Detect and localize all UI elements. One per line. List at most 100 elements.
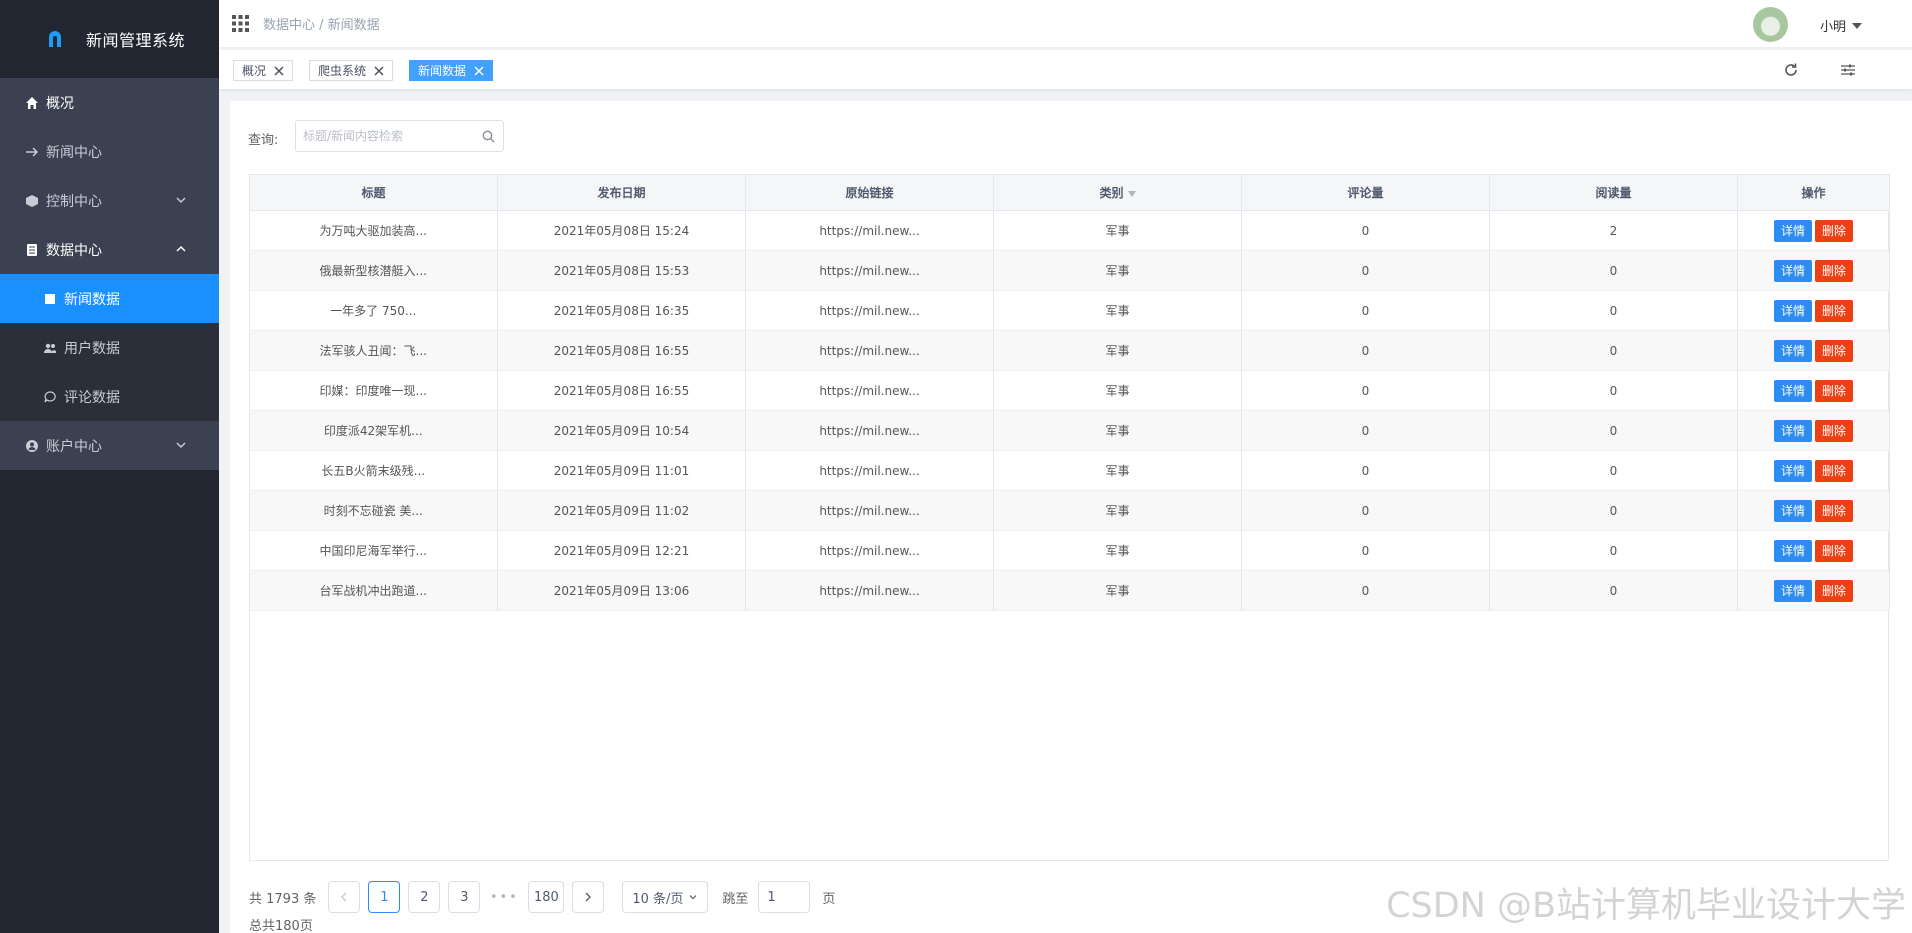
jump-page-input[interactable]: 1 (758, 881, 811, 913)
cell-reads: 0 (1489, 450, 1738, 491)
delete-button[interactable]: 删除 (1815, 219, 1854, 242)
sidebar-item-comment-data[interactable]: 评论数据 (0, 372, 219, 421)
detail-button[interactable]: 详情 (1773, 299, 1812, 322)
sidebar-item-news-center[interactable]: 新闻中心 (0, 127, 219, 176)
cell-date: 2021年05月09日 11:01 (497, 450, 746, 491)
user-menu[interactable]: 小明 (1820, 16, 1862, 35)
detail-button[interactable]: 详情 (1773, 419, 1812, 442)
cell-date: 2021年05月08日 16:55 (497, 370, 746, 411)
app-title: 新闻管理系统 (86, 31, 186, 50)
page-button-180[interactable]: 180 (528, 881, 565, 913)
page-size-select[interactable]: 10 条/页 (622, 881, 709, 913)
detail-button[interactable]: 详情 (1773, 219, 1812, 242)
detail-button[interactable]: 详情 (1773, 379, 1812, 402)
cell-title: 法军骇人丑闻：飞... (249, 330, 498, 371)
delete-button[interactable]: 删除 (1815, 339, 1854, 362)
search-icon[interactable] (482, 130, 495, 143)
users-icon (42, 340, 58, 356)
tag-crawler-system[interactable]: 爬虫系统 (309, 60, 394, 81)
cell-link[interactable]: https://mil.new... (745, 250, 994, 291)
page-button-3[interactable]: 3 (448, 881, 481, 913)
sidebar-item-news-data[interactable]: 新闻数据 (0, 274, 219, 323)
cell-link[interactable]: https://mil.new... (745, 330, 994, 371)
cell-reads: 0 (1489, 570, 1738, 611)
delete-button[interactable]: 删除 (1815, 259, 1854, 282)
detail-button[interactable]: 详情 (1773, 539, 1812, 562)
page-ellipsis[interactable]: ••• (488, 890, 520, 905)
column-header-link[interactable]: 原始链接 (745, 174, 994, 211)
tags-bar: 概况 爬虫系统 新闻数据 (219, 50, 1912, 90)
cell-comments: 0 (1241, 570, 1490, 611)
column-header-title[interactable]: 标题 (249, 174, 498, 211)
cell-date: 2021年05月09日 10:54 (497, 410, 746, 451)
total-pages: 总共180页 (249, 919, 313, 933)
cell-category: 军事 (993, 490, 1242, 531)
table-row: 时刻不忘碰瓷 美... 2021年05月09日 11:02 https://mil.… (249, 490, 1890, 531)
cell-title: 时刻不忘碰瓷 美... (249, 490, 498, 531)
cell-link[interactable]: https://mil.new... (745, 530, 994, 571)
cell-link[interactable]: https://mil.new... (745, 410, 994, 451)
prev-page-button[interactable] (328, 881, 361, 913)
cell-reads: 0 (1489, 290, 1738, 331)
cell-link[interactable]: https://mil.new... (745, 450, 994, 491)
detail-button[interactable]: 详情 (1773, 579, 1812, 602)
avatar[interactable] (1753, 7, 1788, 42)
cell-actions: 详情 删除 (1737, 410, 1890, 451)
cell-category: 军事 (993, 530, 1242, 571)
cell-actions: 详情 删除 (1737, 290, 1890, 331)
cell-date: 2021年05月08日 16:35 (497, 290, 746, 331)
settings-sliders-icon[interactable] (1840, 62, 1856, 78)
tag-news-data[interactable]: 新闻数据 (409, 60, 494, 81)
next-page-button[interactable] (572, 881, 605, 913)
cell-reads: 0 (1489, 410, 1738, 451)
cell-link[interactable]: https://mil.new... (745, 570, 994, 611)
cell-link[interactable]: https://mil.new... (745, 210, 994, 251)
cell-link[interactable]: https://mil.new... (745, 370, 994, 411)
close-icon[interactable] (274, 65, 284, 76)
cell-link[interactable]: https://mil.new... (745, 490, 994, 531)
filter-icon[interactable] (1127, 190, 1136, 197)
sidebar-item-label: 用户数据 (64, 340, 120, 357)
cell-reads: 2 (1489, 210, 1738, 251)
table-row: 印度派42架军机... 2021年05月09日 10:54 https://mil.… (249, 410, 1890, 451)
cell-date: 2021年05月09日 11:02 (497, 490, 746, 531)
page-button-1[interactable]: 1 (368, 881, 401, 913)
sidebar-item-data-center[interactable]: 数据中心 (0, 225, 219, 274)
refresh-icon[interactable] (1783, 62, 1799, 78)
detail-button[interactable]: 详情 (1773, 259, 1812, 282)
chevron-right-icon (585, 892, 592, 902)
close-icon[interactable] (374, 65, 384, 76)
column-header-date[interactable]: 发布日期 (497, 174, 746, 211)
cell-date: 2021年05月08日 16:55 (497, 330, 746, 371)
cell-link[interactable]: https://mil.new... (745, 290, 994, 331)
column-header-comments[interactable]: 评论量 (1241, 174, 1490, 211)
close-icon[interactable] (474, 65, 484, 76)
delete-button[interactable]: 删除 (1815, 299, 1854, 322)
sidebar-item-control-center[interactable]: 控制中心 (0, 176, 219, 225)
tag-overview[interactable]: 概况 (233, 60, 294, 81)
detail-button[interactable]: 详情 (1773, 499, 1812, 522)
table-row: 台军战机冲出跑道... 2021年05月09日 13:06 https://mil.… (249, 570, 1890, 611)
detail-button[interactable]: 详情 (1773, 339, 1812, 362)
sidebar-item-label: 新闻中心 (46, 144, 102, 161)
search-input[interactable] (296, 121, 503, 151)
cell-actions: 详情 删除 (1737, 210, 1890, 251)
table-header-row: 标题 发布日期 原始链接 类别 评论量 阅读量 操作 (249, 174, 1890, 211)
app-grid-icon[interactable] (232, 15, 249, 32)
page-button-2[interactable]: 2 (408, 881, 441, 913)
delete-button[interactable]: 删除 (1815, 419, 1854, 442)
sidebar-item-account-center[interactable]: 账户中心 (0, 421, 219, 470)
cell-comments: 0 (1241, 410, 1490, 451)
sidebar-item-overview[interactable]: 概况 (0, 78, 219, 127)
detail-button[interactable]: 详情 (1773, 459, 1812, 482)
chevron-up-icon (176, 245, 186, 252)
column-header-reads[interactable]: 阅读量 (1489, 174, 1738, 211)
delete-button[interactable]: 删除 (1815, 459, 1854, 482)
delete-button[interactable]: 删除 (1815, 539, 1854, 562)
delete-button[interactable]: 删除 (1815, 379, 1854, 402)
delete-button[interactable]: 删除 (1815, 499, 1854, 522)
chevron-left-icon (341, 892, 347, 902)
column-header-category[interactable]: 类别 (993, 174, 1242, 211)
delete-button[interactable]: 删除 (1815, 579, 1854, 602)
sidebar-item-user-data[interactable]: 用户数据 (0, 323, 219, 372)
